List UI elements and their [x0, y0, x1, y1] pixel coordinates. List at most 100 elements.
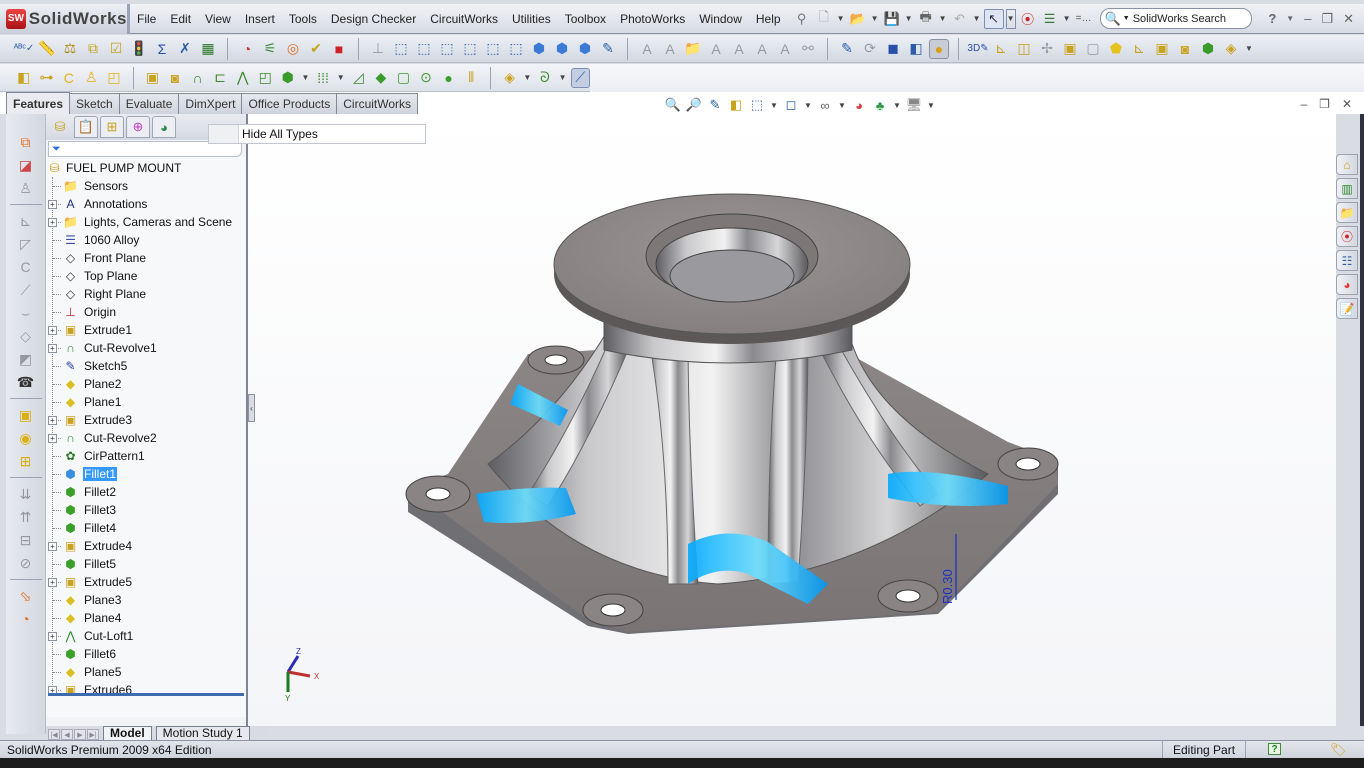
- display-manager-tab-icon[interactable]: ◕: [152, 116, 176, 138]
- extruded-boss-icon[interactable]: ◧: [14, 68, 34, 88]
- restore-button[interactable]: ❐: [1321, 11, 1333, 27]
- tree-item[interactable]: ✎ Sketch5: [46, 357, 246, 375]
- customize-overflow-icon[interactable]: =…: [1074, 9, 1094, 29]
- rib-tool-icon[interactable]: ◿: [349, 68, 369, 88]
- measure-icon[interactable]: 📏: [37, 39, 57, 59]
- sketch-on-plane-icon[interactable]: ⊾: [991, 39, 1011, 59]
- menu-help[interactable]: Help: [749, 12, 788, 26]
- display-style-dropdown-icon[interactable]: ▼: [803, 101, 813, 110]
- new-dropdown-icon[interactable]: ▼: [836, 14, 846, 23]
- file-explorer-icon[interactable]: 📁: [1336, 202, 1358, 223]
- tree-item[interactable]: ◆ Plane2: [46, 375, 246, 393]
- flatten-icon[interactable]: ⬂: [14, 586, 38, 606]
- previous-view-icon[interactable]: ✎: [706, 96, 724, 114]
- no-bends-icon[interactable]: ⊘: [14, 553, 38, 573]
- 3d-sketch-icon[interactable]: 3D✎: [967, 39, 988, 59]
- tree-item[interactable]: ⬢ Fillet1: [46, 465, 246, 483]
- curves-icon[interactable]: ᘐ: [535, 68, 555, 88]
- expand-toggle-icon[interactable]: +: [48, 541, 57, 551]
- realview-icon[interactable]: ●: [929, 38, 949, 59]
- spell-check-icon[interactable]: ᴬᴮᶜ✓: [14, 39, 35, 59]
- weld-symbol-icon[interactable]: A: [729, 39, 749, 59]
- panel-collapse-handle[interactable]: ‹: [248, 394, 255, 422]
- wrap-tool-icon[interactable]: ⊙: [416, 68, 436, 88]
- search-results-icon[interactable]: ⦿: [1336, 226, 1358, 247]
- check-icon[interactable]: ☑: [106, 39, 126, 59]
- shell-icon[interactable]: ▢: [1083, 39, 1103, 59]
- solidworks-search-field[interactable]: 🔍 ▼ SolidWorks Search: [1099, 8, 1252, 29]
- normal-to-icon[interactable]: ✎: [598, 39, 618, 59]
- mold-cavity-icon[interactable]: ◉: [14, 428, 38, 448]
- menu-tools[interactable]: Tools: [282, 12, 324, 26]
- fillet-dropdown-icon[interactable]: ▼: [301, 73, 311, 82]
- menu-utilities[interactable]: Utilities: [505, 12, 558, 26]
- tree-item[interactable]: ◆ Plane3: [46, 591, 246, 609]
- mold-tool-icon[interactable]: ◫: [1014, 39, 1034, 59]
- first-tab-icon[interactable]: |◀: [48, 729, 60, 740]
- tree-item[interactable]: ◆ Plane4: [46, 609, 246, 627]
- view-palette-icon[interactable]: ☷: [1336, 250, 1358, 271]
- boundary-boss-icon[interactable]: ▣: [1060, 39, 1080, 59]
- print-dropdown-icon[interactable]: ▼: [938, 14, 948, 23]
- view-isometric-icon[interactable]: ⬢: [529, 39, 549, 59]
- expand-toggle-icon[interactable]: +: [48, 415, 57, 425]
- tree-item[interactable]: ✿ CirPattern1: [46, 447, 246, 465]
- swept-boss-icon[interactable]: C: [59, 68, 79, 88]
- zoom-to-fit-icon[interactable]: 🔍: [664, 96, 682, 114]
- mirror-icon[interactable]: ⫴: [461, 68, 481, 88]
- dome-icon[interactable]: ●: [439, 68, 459, 88]
- shell-tool-icon[interactable]: ▢: [394, 68, 414, 88]
- mold-core-icon[interactable]: ▣: [14, 405, 38, 425]
- convert-to-sheet-metal-icon[interactable]: ◪: [14, 155, 38, 175]
- select-dropdown-icon[interactable]: ▼: [1005, 8, 1016, 29]
- tree-item[interactable]: ⬢ Fillet3: [46, 501, 246, 519]
- help-button[interactable]: ?: [1268, 11, 1276, 27]
- tree-item[interactable]: ◆ Plane5: [46, 663, 246, 681]
- tree-item[interactable]: + ▣ Extrude4: [46, 537, 246, 555]
- view-bottom-icon[interactable]: ⬚: [506, 39, 526, 59]
- tree-item[interactable]: + ▣ Extrude3: [46, 411, 246, 429]
- menu-item-hide-all-types[interactable]: Hide All Types: [239, 127, 318, 141]
- search-input[interactable]: SolidWorks Search: [1133, 13, 1226, 25]
- tree-item[interactable]: ◇ Front Plane: [46, 249, 246, 267]
- welded-corner-icon[interactable]: ☎: [14, 372, 38, 392]
- mold-pattern-icon[interactable]: ⊞: [14, 451, 38, 471]
- zoom-to-area-icon[interactable]: 🔎: [685, 96, 703, 114]
- check-mark-icon[interactable]: ✔: [306, 39, 326, 59]
- view-right-icon[interactable]: ⬚: [460, 39, 480, 59]
- insert-picture-icon[interactable]: 📁: [683, 39, 703, 59]
- menu-photoworks[interactable]: PhotoWorks: [613, 12, 692, 26]
- tab-motion-study-1[interactable]: Motion Study 1: [155, 726, 250, 740]
- tab-office-products[interactable]: Office Products: [241, 93, 338, 114]
- tree-item[interactable]: + ▣ Extrude5: [46, 573, 246, 591]
- tree-root[interactable]: ⛁ FUEL PUMP MOUNT: [46, 159, 246, 177]
- tree-item[interactable]: ⬢ Fillet2: [46, 483, 246, 501]
- previous-view-icon[interactable]: ✎: [837, 39, 857, 59]
- curves-dropdown-icon[interactable]: ▼: [558, 73, 568, 82]
- hole-wizard-icon[interactable]: ◙: [1175, 39, 1195, 59]
- options-dropdown-icon[interactable]: ▼: [1062, 14, 1072, 23]
- cosmetic-thread-icon[interactable]: ⚯: [798, 39, 818, 59]
- close-button[interactable]: ✕: [1343, 11, 1354, 27]
- view-orientation-dropdown-icon[interactable]: ▼: [769, 101, 779, 110]
- tree-item[interactable]: ⬢ Fillet5: [46, 555, 246, 573]
- edit-appearance-icon[interactable]: ◕: [850, 96, 868, 114]
- hem-icon[interactable]: C: [14, 257, 38, 277]
- expand-toggle-icon[interactable]: +: [48, 631, 57, 641]
- print-icon[interactable]: 🖶: [916, 9, 936, 29]
- view-back-icon[interactable]: ⬚: [414, 39, 434, 59]
- balloon-icon[interactable]: A: [660, 39, 680, 59]
- tab-model[interactable]: Model: [103, 726, 152, 740]
- tree-item[interactable]: ◆ Plane1: [46, 393, 246, 411]
- expand-toggle-icon[interactable]: +: [48, 433, 57, 443]
- equations-sigma-icon[interactable]: Σ: [152, 39, 172, 59]
- menu-circuitworks[interactable]: CircuitWorks: [423, 12, 505, 26]
- toolbar-overflow-icon[interactable]: ▼: [1244, 44, 1254, 53]
- tab-circuitworks[interactable]: CircuitWorks: [336, 93, 419, 114]
- next-tab-icon[interactable]: ▶: [74, 729, 86, 740]
- performance-evaluation-icon[interactable]: 🚦: [129, 39, 149, 59]
- tab-features[interactable]: Features: [6, 92, 71, 114]
- jog-icon[interactable]: ⟋: [14, 280, 38, 300]
- boundary-boss-base-icon[interactable]: ◰: [104, 68, 124, 88]
- move-up-icon[interactable]: ⇈: [14, 507, 38, 527]
